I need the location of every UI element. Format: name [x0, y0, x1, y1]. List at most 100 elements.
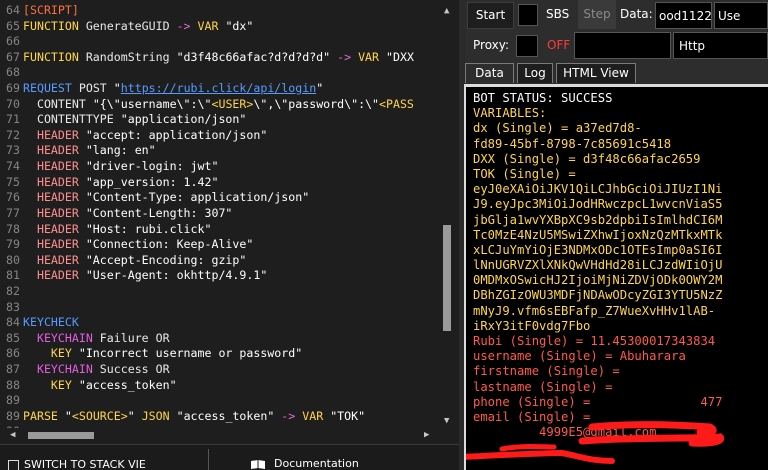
- code-line: 78 HEADER "Host: rubi.click": [0, 222, 437, 238]
- line-number: 80: [6, 252, 20, 267]
- data-label: Data:: [620, 7, 653, 21]
- code-token: "d3f48c66afac?d?d?d?d": [176, 49, 331, 64]
- code-token: KEY: [23, 377, 79, 392]
- line-number: 78: [6, 221, 20, 236]
- output-line: DBhZGIzOWU3MDFjNDAwODcyZGI3YTU5NzZ: [473, 288, 723, 303]
- documentation-label: Documentation: [274, 457, 359, 470]
- code-token: "Incorrect username or password": [78, 346, 303, 361]
- proxy-address-input[interactable]: [574, 32, 671, 59]
- code-token: RandomString: [78, 49, 177, 64]
- data-type-select[interactable]: Use: [714, 2, 768, 29]
- code-line: 89: [0, 393, 437, 409]
- code-token: "Connection: Keep-Alive": [85, 237, 254, 252]
- output-line: username (Single) = Abuharara: [473, 349, 686, 364]
- line-number: 79: [6, 237, 20, 252]
- code-token: ->: [176, 18, 191, 33]
- code-token: "{\"username\":\": [92, 96, 212, 111]
- code-token: VAR: [351, 49, 386, 64]
- scroll-right-arrow-icon[interactable]: ▶: [424, 430, 429, 440]
- output-line: iRxY3itF0vdg7Fbo: [473, 318, 591, 333]
- code-line: 68: [0, 65, 437, 81]
- code-token: REQUEST: [23, 81, 72, 96]
- sbs-checkbox[interactable]: [518, 4, 538, 26]
- test-data-input[interactable]: ood1122: [655, 2, 712, 29]
- horizontal-scroll-thumb[interactable]: [28, 432, 94, 439]
- code-token: "Accept-Encoding: gzip": [85, 252, 247, 267]
- code-token: "accept: application/json": [85, 127, 268, 142]
- line-number: 72: [6, 127, 20, 142]
- code-lines: 64 [SCRIPT] 65 FUNCTION GenerateGUID -> VAR…: [0, 3, 437, 440]
- line-number: 66: [6, 34, 20, 49]
- line-number: 71: [6, 112, 20, 127]
- line-number: 68: [6, 65, 20, 80]
- output-line: dx (Single) = a37ed7d8-: [473, 121, 642, 136]
- code-token: "DXX: [386, 49, 414, 64]
- code-token: FUNCTION: [23, 18, 79, 33]
- line-number: 82: [6, 283, 20, 298]
- code-token: <SOURCE>: [71, 408, 128, 423]
- start-button[interactable]: Start: [467, 2, 514, 29]
- line-number: 84: [6, 315, 20, 330]
- scroll-up-arrow-icon[interactable]: ▲: [444, 6, 449, 16]
- tab-log[interactable]: Log: [517, 63, 553, 83]
- code-token: HEADER: [23, 159, 86, 174]
- code-token: HEADER: [23, 174, 86, 189]
- code-line: 65 FUNCTION GenerateGUID -> VAR "dx": [0, 19, 437, 35]
- code-line: 82: [0, 284, 437, 300]
- line-number: 70: [6, 96, 20, 111]
- code-line: 71 CONTENTTYPE "application/json": [0, 112, 437, 128]
- code-token: POST: [71, 81, 114, 96]
- switch-to-stack-view-button[interactable]: SWITCH TO STACK VIE: [8, 458, 146, 470]
- scroll-left-arrow-icon[interactable]: ◀: [10, 430, 15, 440]
- line-number: 75: [6, 174, 20, 189]
- proxy-label: Proxy:: [473, 38, 510, 52]
- documentation-button[interactable]: Documentation: [250, 457, 359, 470]
- code-token: "app_version: 1.42": [85, 174, 219, 189]
- tab-data[interactable]: Data: [465, 63, 514, 83]
- stack-view-checkbox-icon: [8, 459, 19, 470]
- proxy-type-select[interactable]: Http: [673, 32, 768, 59]
- code-line: 84 KEYCHECK: [0, 315, 437, 331]
- tab-html-view[interactable]: HTML View: [556, 63, 636, 83]
- editor-horizontal-scrollbar[interactable]: ◀ ▶: [0, 428, 437, 444]
- data-output-box[interactable]: BOT STATUS: SUCCESS VARIABLES: dx (Single)…: [464, 84, 768, 470]
- book-icon: [251, 459, 265, 469]
- line-number: 76: [6, 190, 20, 205]
- code-token: PARSE: [23, 408, 65, 423]
- script-editor[interactable]: 64 [SCRIPT] 65 FUNCTION GenerateGUID -> VAR…: [0, 0, 459, 444]
- code-token: KEYCHAIN: [23, 330, 93, 345]
- line-number: 65: [6, 18, 20, 33]
- code-token: \",\"password\":\": [253, 96, 380, 111]
- code-token: "driver-login: jwt": [85, 159, 219, 174]
- output-line: jbGlja1wvYXBpXC9sb2dpbiIsImlhdCI6M: [473, 212, 723, 227]
- vertical-scroll-thumb[interactable]: [443, 225, 451, 331]
- code-token: JSON: [141, 408, 177, 423]
- output-line: xLCJuYmYiOjE3NDMxODc1OTEsImp0aSI6I: [473, 242, 723, 257]
- output-line: BOT STATUS: SUCCESS: [473, 91, 613, 105]
- code-line: 76 HEADER "Content-Type: application/jso…: [0, 190, 437, 206]
- line-number: 87: [6, 362, 20, 377]
- code-token: HEADER: [23, 268, 86, 283]
- code-token: HEADER: [23, 221, 86, 236]
- scroll-down-arrow-icon[interactable]: ▼: [444, 416, 449, 426]
- code-token: ->: [274, 408, 296, 423]
- code-token: <PASS: [379, 96, 414, 111]
- proxy-checkbox[interactable]: [516, 35, 538, 57]
- code-token: Success OR: [92, 362, 170, 377]
- code-token: VAR: [295, 408, 331, 423]
- code-token: KEYCHAIN: [23, 362, 93, 377]
- line-number: 86: [6, 346, 20, 361]
- line-number: 69: [6, 81, 20, 96]
- code-token: ": [127, 408, 142, 423]
- code-token: HEADER: [23, 237, 86, 252]
- code-token: HEADER: [23, 143, 86, 158]
- code-token: GenerateGUID: [78, 18, 177, 33]
- code-line: 77 HEADER "Content-Length: 307": [0, 206, 437, 222]
- editor-vertical-scrollbar[interactable]: ▲ ▼: [437, 0, 459, 428]
- code-line: 87 KEYCHAIN Success OR: [0, 362, 437, 378]
- step-button[interactable]: Step: [578, 0, 616, 29]
- code-line: 80 HEADER "Accept-Encoding: gzip": [0, 253, 437, 269]
- code-token: KEYCHECK: [23, 315, 79, 330]
- code-token: FUNCTION: [23, 49, 79, 64]
- code-token: "dx": [225, 18, 254, 33]
